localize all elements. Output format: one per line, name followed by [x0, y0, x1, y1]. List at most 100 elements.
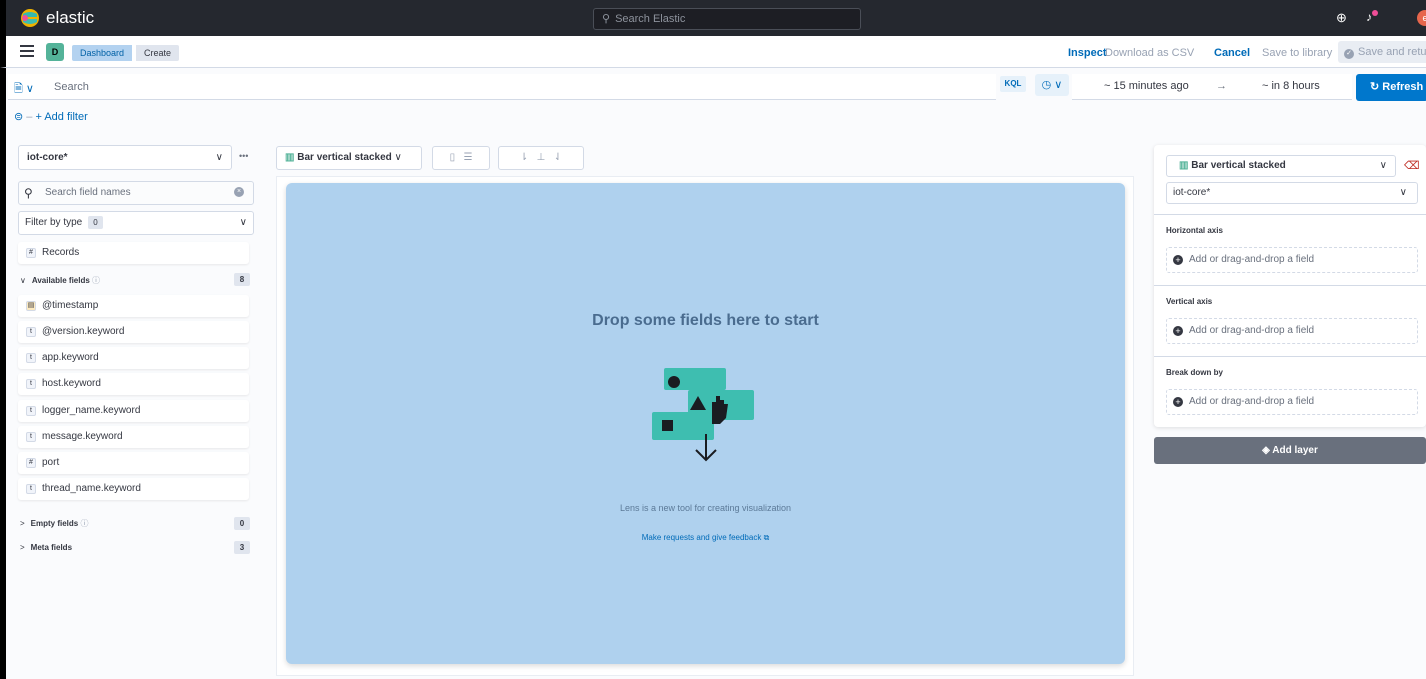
date-end[interactable]: ~ in 8 hours [1262, 80, 1320, 92]
inspect-link[interactable]: Inspect [1068, 45, 1107, 61]
filter-options-icon[interactable]: ⊜ [14, 111, 23, 123]
clock-icon: ◷ ∨ [1041, 79, 1063, 91]
date-start[interactable]: ~ 15 minutes ago [1104, 80, 1189, 92]
available-fields-label: Available fields [31, 276, 90, 285]
field-item[interactable]: ▤ @timestamp [18, 295, 249, 317]
field-item-records[interactable]: # Records [18, 242, 249, 264]
add-field-label: Add or drag-and-drop a field [1189, 254, 1315, 265]
bottom-axis-icon[interactable]: ⊥ [537, 152, 546, 163]
left-axis-icon[interactable]: ⇂ [520, 152, 528, 163]
field-item[interactable]: t @version.keyword [18, 321, 249, 343]
drop-zone-subtitle: Lens is a new tool for creating visualiz… [619, 503, 792, 513]
field-item[interactable]: t app.keyword [18, 347, 249, 369]
layer-chart-type-select[interactable]: ▥ Bar vertical stacked ∨ [1166, 155, 1396, 177]
save-to-library-link[interactable]: Save to library [1262, 45, 1332, 61]
external-link-icon: ⧉ [763, 533, 770, 542]
save-and-return-button[interactable]: ✓ Save and return [1338, 41, 1426, 63]
help-icon[interactable]: ⊕ [1336, 10, 1347, 26]
break-down-dropzone[interactable]: + Add or drag-and-drop a field [1166, 389, 1418, 415]
breadcrumb-bar: D Dashboard Create Inspect Download as C… [0, 36, 1426, 68]
download-csv-link[interactable]: Download as CSV [1105, 45, 1194, 61]
elastic-logo-icon[interactable] [20, 8, 40, 28]
chevron-right-icon: > [20, 543, 25, 552]
empty-fields-toggle[interactable]: > Empty fields ⓘ [20, 518, 88, 529]
chevron-down-icon: ∨ [1399, 187, 1407, 198]
add-field-label: Add or drag-and-drop a field [1189, 325, 1315, 336]
add-filter-link[interactable]: + Add filter [35, 111, 87, 123]
string-type-icon: t [26, 432, 36, 442]
chart-type-label: Bar vertical stacked [297, 152, 392, 163]
bar-chart-icon: ▥ [285, 152, 295, 163]
available-count-badge: 8 [234, 273, 250, 286]
meta-fields-label: Meta fields [30, 543, 73, 552]
chevron-right-icon: > [20, 519, 25, 528]
divider [1154, 214, 1426, 215]
filter-by-type-button[interactable]: Filter by type 0 ∨ [18, 211, 254, 235]
date-type-icon: ▤ [26, 301, 36, 311]
field-search-input[interactable]: Search field names [18, 181, 254, 205]
search-icon: ⚲ [24, 186, 33, 200]
layer-index-select[interactable]: iot-core* ∨ [1166, 182, 1418, 204]
string-type-icon: t [26, 379, 36, 389]
field-label: port [42, 457, 60, 468]
feedback-label: Make requests and give feedback [641, 533, 762, 542]
saved-query-menu-icon[interactable]: 🗎 ∨ [14, 80, 48, 96]
refresh-label: Refresh [1382, 81, 1424, 93]
menu-icon[interactable] [20, 45, 34, 57]
breadcrumb-dashboard[interactable]: Dashboard [72, 45, 133, 61]
legend-icon[interactable]: ☰ [463, 152, 472, 163]
search-icon: ⚲ [602, 13, 611, 25]
available-fields-toggle[interactable]: ∨ Available fields ⓘ [20, 275, 100, 286]
eraser-icon[interactable]: ⌫ [1404, 159, 1420, 172]
string-type-icon: t [26, 353, 36, 363]
index-pattern-label: iot-core* [27, 152, 68, 163]
user-avatar[interactable]: e [1417, 10, 1426, 26]
date-arrow: → [1216, 80, 1227, 92]
field-item[interactable]: t message.keyword [18, 426, 249, 448]
global-search-input[interactable]: ⚲ Search Elastic [593, 8, 861, 30]
index-pattern-select[interactable]: iot-core* ∨ [18, 145, 232, 170]
plus-icon: + [1173, 397, 1183, 407]
date-quick-menu[interactable]: ◷ ∨ [1035, 74, 1069, 96]
field-label: message.keyword [42, 431, 123, 442]
refresh-button[interactable]: ↻ Refresh [1356, 74, 1426, 101]
field-label: Records [42, 247, 80, 258]
right-axis-icon[interactable]: ⇃ [554, 152, 562, 163]
bar-chart-icon: ▥ [1179, 160, 1189, 171]
query-input[interactable] [8, 74, 996, 100]
breadcrumb-create: Create [136, 45, 180, 61]
field-item[interactable]: t host.keyword [18, 373, 249, 395]
string-type-icon: t [26, 406, 36, 416]
field-item[interactable]: # port [18, 452, 249, 474]
space-badge[interactable]: D [46, 43, 64, 61]
horizontal-axis-dropzone[interactable]: + Add or drag-and-drop a field [1166, 247, 1418, 273]
query-placeholder: Search [54, 81, 89, 93]
field-item[interactable]: t thread_name.keyword [18, 478, 249, 500]
vertical-axis-dropzone[interactable]: + Add or drag-and-drop a field [1166, 318, 1418, 344]
add-layer-label: Add layer [1272, 445, 1318, 456]
layer-index-label: iot-core* [1173, 187, 1211, 198]
values-icon[interactable]: ▯ [450, 152, 456, 163]
drag-drop-illustration-icon [652, 368, 754, 462]
kql-toggle[interactable]: KQL [1000, 76, 1026, 92]
clear-search-icon[interactable]: × [234, 187, 244, 197]
brand-name: elastic [46, 8, 95, 27]
add-layer-button[interactable]: ◈ Add layer [1154, 437, 1426, 464]
more-options-icon[interactable]: ••• [239, 151, 248, 161]
chevron-down-icon: ∨ [239, 217, 247, 228]
cancel-link[interactable]: Cancel [1214, 45, 1250, 61]
field-label: thread_name.keyword [42, 483, 141, 494]
legend-toolbar-group: ▯ ☰ [432, 146, 490, 170]
chart-type-switcher[interactable]: ▥ Bar vertical stacked ∨ [276, 146, 422, 170]
meta-fields-toggle[interactable]: > Meta fields [20, 543, 72, 552]
filter-count-badge: 0 [88, 216, 103, 229]
newsfeed-icon[interactable]: ♪ [1366, 10, 1378, 24]
add-field-label: Add or drag-and-drop a field [1189, 396, 1315, 407]
feedback-link[interactable]: Make requests and give feedback ⧉ [286, 533, 1125, 543]
divider [1154, 285, 1426, 286]
divider [1154, 356, 1426, 357]
chevron-down-icon: ∨ [20, 276, 26, 285]
top-header: elastic ⚲ Search Elastic ⊕ ♪ e [0, 0, 1426, 36]
field-item[interactable]: t logger_name.keyword [18, 400, 249, 422]
check-icon: ✓ [1344, 49, 1354, 59]
